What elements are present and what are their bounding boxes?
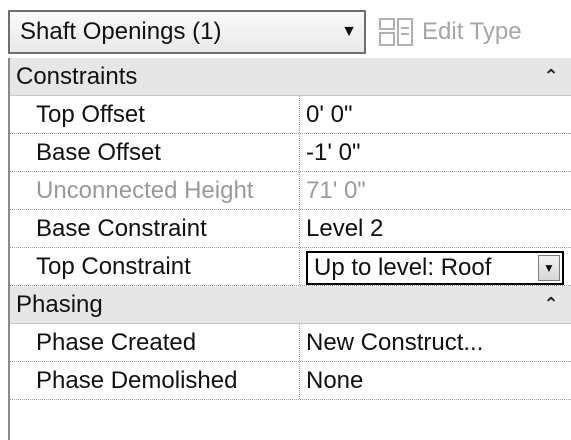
type-selector-row: Shaft Openings (1) ▼ Edit Type: [0, 0, 571, 58]
property-value[interactable]: None: [300, 362, 571, 399]
collapse-chevron-icon[interactable]: ⌃: [531, 66, 571, 87]
edit-type-icon: [379, 18, 413, 46]
property-name: Phase Demolished: [10, 362, 300, 399]
group-title: Constraints: [16, 62, 138, 90]
group-header-phasing[interactable]: Phasing ⌃: [10, 286, 571, 324]
property-value[interactable]: 0' 0": [300, 96, 571, 133]
property-row-phase-demolished[interactable]: Phase Demolished None: [10, 362, 571, 400]
type-selector-dropdown[interactable]: Shaft Openings (1) ▼: [8, 10, 366, 54]
property-value[interactable]: Level 2: [300, 210, 571, 247]
select-value: Up to level: Roof: [314, 253, 492, 281]
property-row-top-offset[interactable]: Top Offset 0' 0": [10, 96, 571, 134]
property-value[interactable]: New Construct...: [300, 324, 571, 361]
property-row-base-constraint[interactable]: Base Constraint Level 2: [10, 210, 571, 248]
edit-type-button[interactable]: Edit Type: [378, 12, 522, 52]
top-constraint-select[interactable]: Up to level: Roof ▼: [306, 250, 564, 285]
group-title: Phasing: [16, 290, 103, 318]
property-name: Top Offset: [10, 96, 300, 133]
property-name: Base Offset: [10, 134, 300, 171]
property-name: Phase Created: [10, 324, 300, 361]
type-selector-label: Shaft Openings (1): [20, 18, 222, 45]
property-name: Base Constraint: [10, 210, 300, 247]
property-name: Top Constraint: [10, 248, 300, 285]
property-value: 71' 0": [306, 176, 366, 204]
property-value-cell: Up to level: Roof ▼: [300, 248, 571, 285]
property-row-unconnected-height: Unconnected Height 71' 0": [10, 172, 571, 210]
property-value[interactable]: -1' 0": [300, 134, 571, 171]
property-row-base-offset[interactable]: Base Offset -1' 0": [10, 134, 571, 172]
dropdown-arrow-icon[interactable]: ▼: [334, 23, 364, 41]
collapse-chevron-icon[interactable]: ⌃: [531, 294, 571, 315]
property-name: Unconnected Height: [10, 172, 300, 209]
properties-grid: Constraints ⌃ Top Offset 0' 0" Base Offs…: [8, 58, 571, 440]
group-header-constraints[interactable]: Constraints ⌃: [10, 58, 571, 96]
dropdown-arrow-icon[interactable]: ▼: [538, 254, 560, 281]
property-row-top-constraint[interactable]: Top Constraint Up to level: Roof ▼: [10, 248, 571, 286]
property-row-phase-created[interactable]: Phase Created New Construct...: [10, 324, 571, 362]
edit-type-label: Edit Type: [422, 18, 522, 45]
